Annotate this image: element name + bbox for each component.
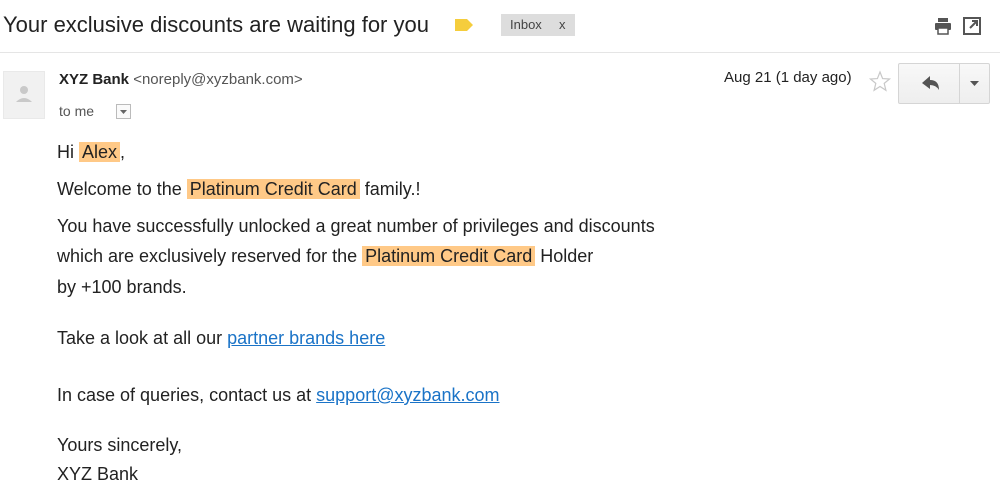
label-tag-icon[interactable] (455, 19, 473, 31)
closing-line: Yours sincerely, (57, 435, 183, 455)
sender-name: XYZ Bank (59, 71, 130, 88)
paragraph-line-2-prefix: which are exclusively reserved for the (57, 246, 363, 266)
sender-avatar (3, 71, 45, 119)
paragraph-line-1: You have successfully unlocked a great n… (57, 216, 655, 236)
avatar-person-icon (16, 86, 32, 102)
print-icon[interactable] (933, 16, 953, 36)
reply-button[interactable] (899, 64, 959, 103)
chevron-down-icon (970, 81, 979, 86)
remove-label-button[interactable]: x (559, 17, 566, 32)
paragraph-line-2-suffix: Holder (535, 246, 594, 266)
inbox-label-chip[interactable]: Inbox x (501, 14, 575, 36)
reply-button-group (898, 63, 990, 104)
paragraph-line-2: which are exclusively reserved for the P… (57, 245, 593, 267)
reply-arrow-icon (922, 76, 939, 90)
greeting-suffix: , (120, 142, 126, 162)
card-name-highlight: Platinum Credit Card (186, 179, 360, 199)
welcome-prefix: Welcome to the (57, 179, 187, 199)
partner-prefix: Take a look at all our (57, 328, 228, 348)
support-email-link[interactable]: support@xyzbank.com (316, 385, 499, 405)
sender-line: XYZ Bank <noreply@xyzbank.com> (59, 71, 303, 88)
email-subject: Your exclusive discounts are waiting for… (3, 12, 429, 37)
email-date: Aug 21 (1 day ago) (724, 69, 852, 86)
partner-line: Take a look at all our partner brands he… (57, 327, 385, 349)
signature-line: XYZ Bank (57, 464, 139, 484)
contact-prefix: In case of queries, contact us at (57, 385, 317, 405)
welcome-line: Welcome to the Platinum Credit Card fami… (57, 178, 420, 200)
recipient-name-highlight: Alex (79, 142, 121, 162)
sender-email: <noreply@xyzbank.com> (133, 71, 303, 88)
paragraph-line-3: by +100 brands. (57, 277, 187, 297)
star-icon[interactable] (868, 70, 892, 94)
inbox-label-text: Inbox (510, 17, 542, 32)
new-window-icon[interactable] (962, 16, 982, 36)
show-details-button[interactable] (116, 104, 131, 119)
dropdown-arrow-icon (120, 110, 127, 114)
greeting-line: Hi Alex, (57, 141, 125, 163)
more-actions-button[interactable] (960, 64, 989, 103)
subject-bar: Your exclusive discounts are waiting for… (0, 0, 1000, 53)
recipient-line: to me (59, 103, 95, 119)
greeting-prefix: Hi (57, 142, 79, 162)
partner-brands-link[interactable]: partner brands here (227, 328, 385, 348)
welcome-suffix: family.! (359, 179, 421, 199)
contact-line: In case of queries, contact us at suppor… (57, 384, 500, 406)
card-name-highlight-2: Platinum Credit Card (362, 246, 536, 266)
